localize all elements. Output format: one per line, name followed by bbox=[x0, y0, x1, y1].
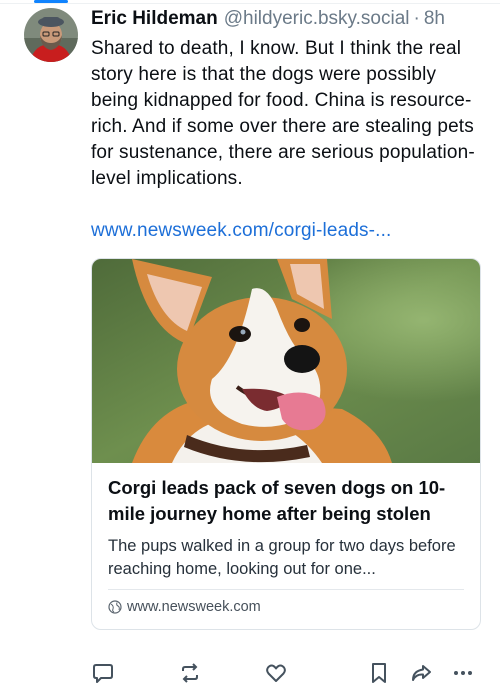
more-icon[interactable] bbox=[451, 659, 475, 687]
reply-icon[interactable] bbox=[91, 659, 115, 687]
link-card-divider bbox=[108, 589, 464, 590]
share-icon[interactable] bbox=[409, 659, 433, 687]
repost-icon[interactable] bbox=[178, 659, 202, 687]
link-card-image bbox=[92, 259, 480, 463]
author-handle[interactable]: @hildyeric.bsky.social bbox=[224, 6, 410, 32]
post-timestamp[interactable]: 8h bbox=[424, 6, 445, 32]
post-link[interactable]: www.newsweek.com/corgi-leads-... bbox=[91, 218, 483, 244]
link-card-description: The pups walked in a group for two days … bbox=[108, 537, 456, 578]
link-card-source: www.newsweek.com bbox=[108, 599, 464, 615]
post[interactable]: Eric Hildeman @hildyeric.bsky.social · 8… bbox=[91, 6, 483, 630]
link-card[interactable]: Corgi leads pack of seven dogs on 10-mil… bbox=[91, 258, 481, 630]
post-header: Eric Hildeman @hildyeric.bsky.social · 8… bbox=[91, 6, 483, 32]
top-divider bbox=[0, 3, 500, 4]
avatar[interactable] bbox=[24, 8, 78, 62]
author-name[interactable]: Eric Hildeman bbox=[91, 6, 218, 32]
post-body: Shared to death, I know. But I think the… bbox=[91, 36, 483, 244]
link-card-source-text: www.newsweek.com bbox=[127, 599, 261, 615]
post-text: Shared to death, I know. But I think the… bbox=[91, 38, 475, 189]
bookmark-icon[interactable] bbox=[367, 659, 391, 687]
globe-icon bbox=[108, 600, 122, 614]
link-card-body: Corgi leads pack of seven dogs on 10-mil… bbox=[92, 463, 480, 629]
header-separator: · bbox=[413, 8, 420, 29]
post-actions bbox=[91, 659, 473, 687]
link-card-title[interactable]: Corgi leads pack of seven dogs on 10-mil… bbox=[108, 475, 464, 527]
like-icon[interactable] bbox=[264, 659, 288, 687]
